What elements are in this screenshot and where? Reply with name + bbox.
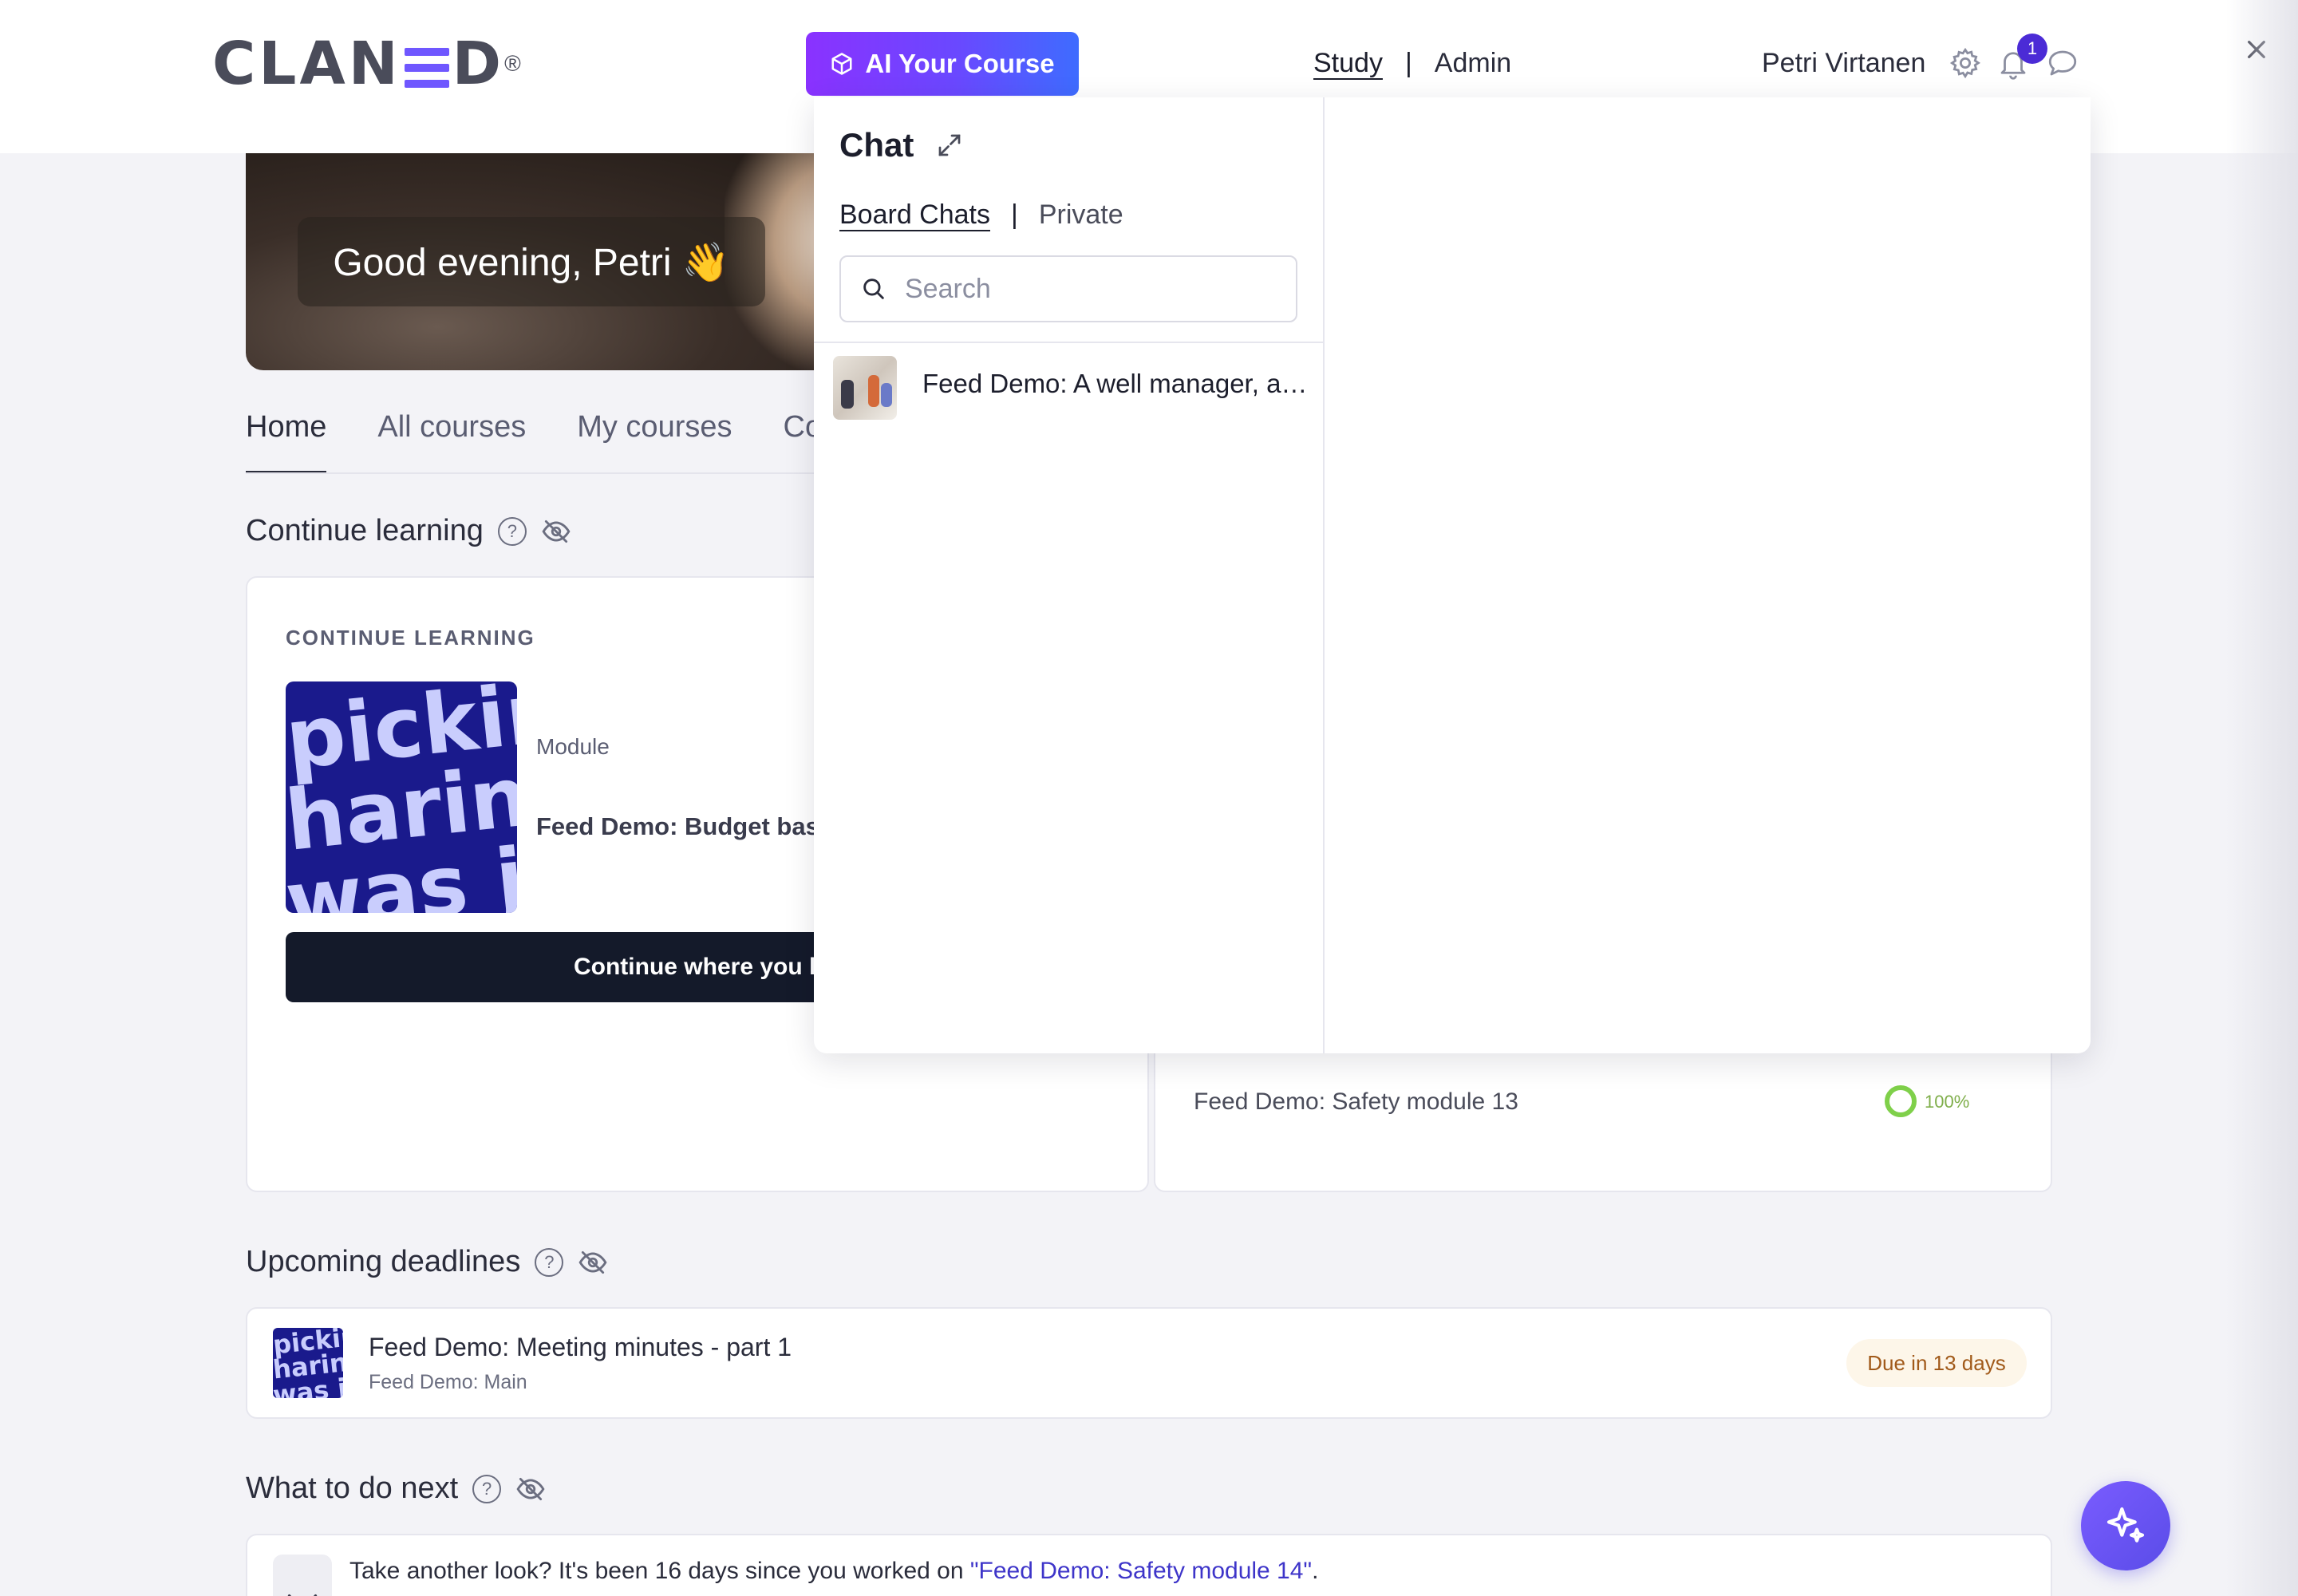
tab-home[interactable]: Home xyxy=(246,410,327,474)
logo-text-right: D xyxy=(452,30,505,98)
chat-search-box[interactable] xyxy=(839,255,1297,322)
admin-link[interactable]: Admin xyxy=(1435,48,1511,79)
ai-assistant-button[interactable] xyxy=(2081,1481,2170,1570)
what-next-text: Take another look? It's been 16 days sin… xyxy=(349,1558,1318,1585)
module-name[interactable]: Feed Demo: Budget bas xyxy=(536,812,819,841)
help-icon[interactable]: ? xyxy=(472,1474,502,1503)
tab-board-chats[interactable]: Board Chats xyxy=(839,200,990,231)
logo-registered-mark: ® xyxy=(504,51,521,76)
chat-bubble-icon[interactable] xyxy=(2046,46,2079,80)
study-link[interactable]: Study xyxy=(1313,48,1383,79)
thumbnail-line-3: was ju xyxy=(273,1370,343,1398)
chat-search-input[interactable] xyxy=(905,273,1272,305)
chat-list-separator xyxy=(814,342,1323,343)
upcoming-deadlines-title: Upcoming deadlines xyxy=(246,1245,521,1278)
chat-panel: Chat Board Chats | Private Feed Demo: A … xyxy=(814,97,2091,1053)
module-type-label: Module xyxy=(536,734,610,759)
cube-icon xyxy=(831,53,852,75)
chat-title: Chat xyxy=(839,126,914,164)
sleepy-eye-icon xyxy=(273,1555,332,1596)
chat-panel-divider xyxy=(1323,97,1325,1053)
what-next-text-suffix: . xyxy=(1312,1558,1319,1584)
chat-tabs-separator: | xyxy=(1011,200,1018,230)
progress-ring xyxy=(1885,1085,1917,1117)
ai-your-course-button[interactable]: AI Your Course xyxy=(806,32,1079,96)
what-next-module-link[interactable]: "Feed Demo: Safety module 14" xyxy=(970,1558,1312,1584)
eye-off-icon[interactable] xyxy=(515,1474,546,1504)
upcoming-deadlines-header: Upcoming deadlines ? xyxy=(246,1245,608,1279)
due-badge: Due in 13 days xyxy=(1846,1339,2027,1387)
gear-icon[interactable] xyxy=(1949,46,1982,80)
help-icon[interactable]: ? xyxy=(497,516,527,546)
tab-my-courses[interactable]: My courses xyxy=(577,410,732,444)
tab-private[interactable]: Private xyxy=(1039,200,1123,231)
chat-tabs: Board Chats | Private xyxy=(839,200,1123,231)
right-edge-shadow xyxy=(2226,0,2298,1596)
search-icon xyxy=(863,279,884,299)
chat-item-title: Feed Demo: A well manager, a well-led te… xyxy=(922,369,1313,398)
continue-learning-label: CONTINUE LEARNING xyxy=(286,626,535,650)
module-thumbnail[interactable]: pickin harin was ju xyxy=(286,681,517,913)
thumbnail-line-3: was ju xyxy=(286,823,517,913)
logo-e-mark xyxy=(404,45,449,89)
what-next-item: Take another look? It's been 16 days sin… xyxy=(246,1534,2052,1596)
logo-text-left: CLAN xyxy=(212,30,401,98)
deadline-title: Feed Demo: Meeting minutes - part 1 xyxy=(369,1333,792,1361)
notification-count-badge: 1 xyxy=(2017,34,2047,64)
sparkle-icon xyxy=(2106,1507,2145,1543)
what-next-text-prefix: Take another look? It's been 16 days sin… xyxy=(349,1558,970,1584)
deadline-thumbnail: pickin harin was ju xyxy=(273,1328,343,1398)
what-to-do-next-header: What to do next ? xyxy=(246,1472,546,1506)
continue-learning-title: Continue learning xyxy=(246,514,484,547)
nav-separator: | xyxy=(1404,48,1412,78)
help-icon[interactable]: ? xyxy=(535,1247,564,1277)
progress-percent: 100% xyxy=(1925,1092,1970,1112)
ai-button-label: AI Your Course xyxy=(865,49,1055,78)
expand-icon[interactable] xyxy=(935,131,964,160)
eye-off-icon[interactable] xyxy=(578,1247,608,1278)
main-tabs: Home All courses My courses Co xyxy=(246,410,822,474)
chat-item-thumbnail xyxy=(833,356,897,420)
claned-logo[interactable]: CLAN D ® xyxy=(212,30,521,98)
user-name[interactable]: Petri Virtanen xyxy=(1762,48,1925,79)
progress-item-name[interactable]: Feed Demo: Safety module 13 xyxy=(1194,1088,1518,1116)
deadline-item[interactable]: pickin harin was ju Feed Demo: Meeting m… xyxy=(246,1307,2052,1419)
continue-learning-header: Continue learning ? xyxy=(246,514,571,548)
chat-list-item[interactable]: Feed Demo: A well manager, a well-led te… xyxy=(814,346,1323,423)
tab-all-courses[interactable]: All courses xyxy=(377,410,526,444)
deadline-subtitle: Feed Demo: Main xyxy=(369,1371,527,1393)
greeting-text: Good evening, Petri 👋 xyxy=(298,217,765,306)
what-to-do-next-title: What to do next xyxy=(246,1472,459,1505)
eye-off-icon[interactable] xyxy=(541,516,571,547)
mode-switch: Study | Admin xyxy=(1313,48,1511,79)
